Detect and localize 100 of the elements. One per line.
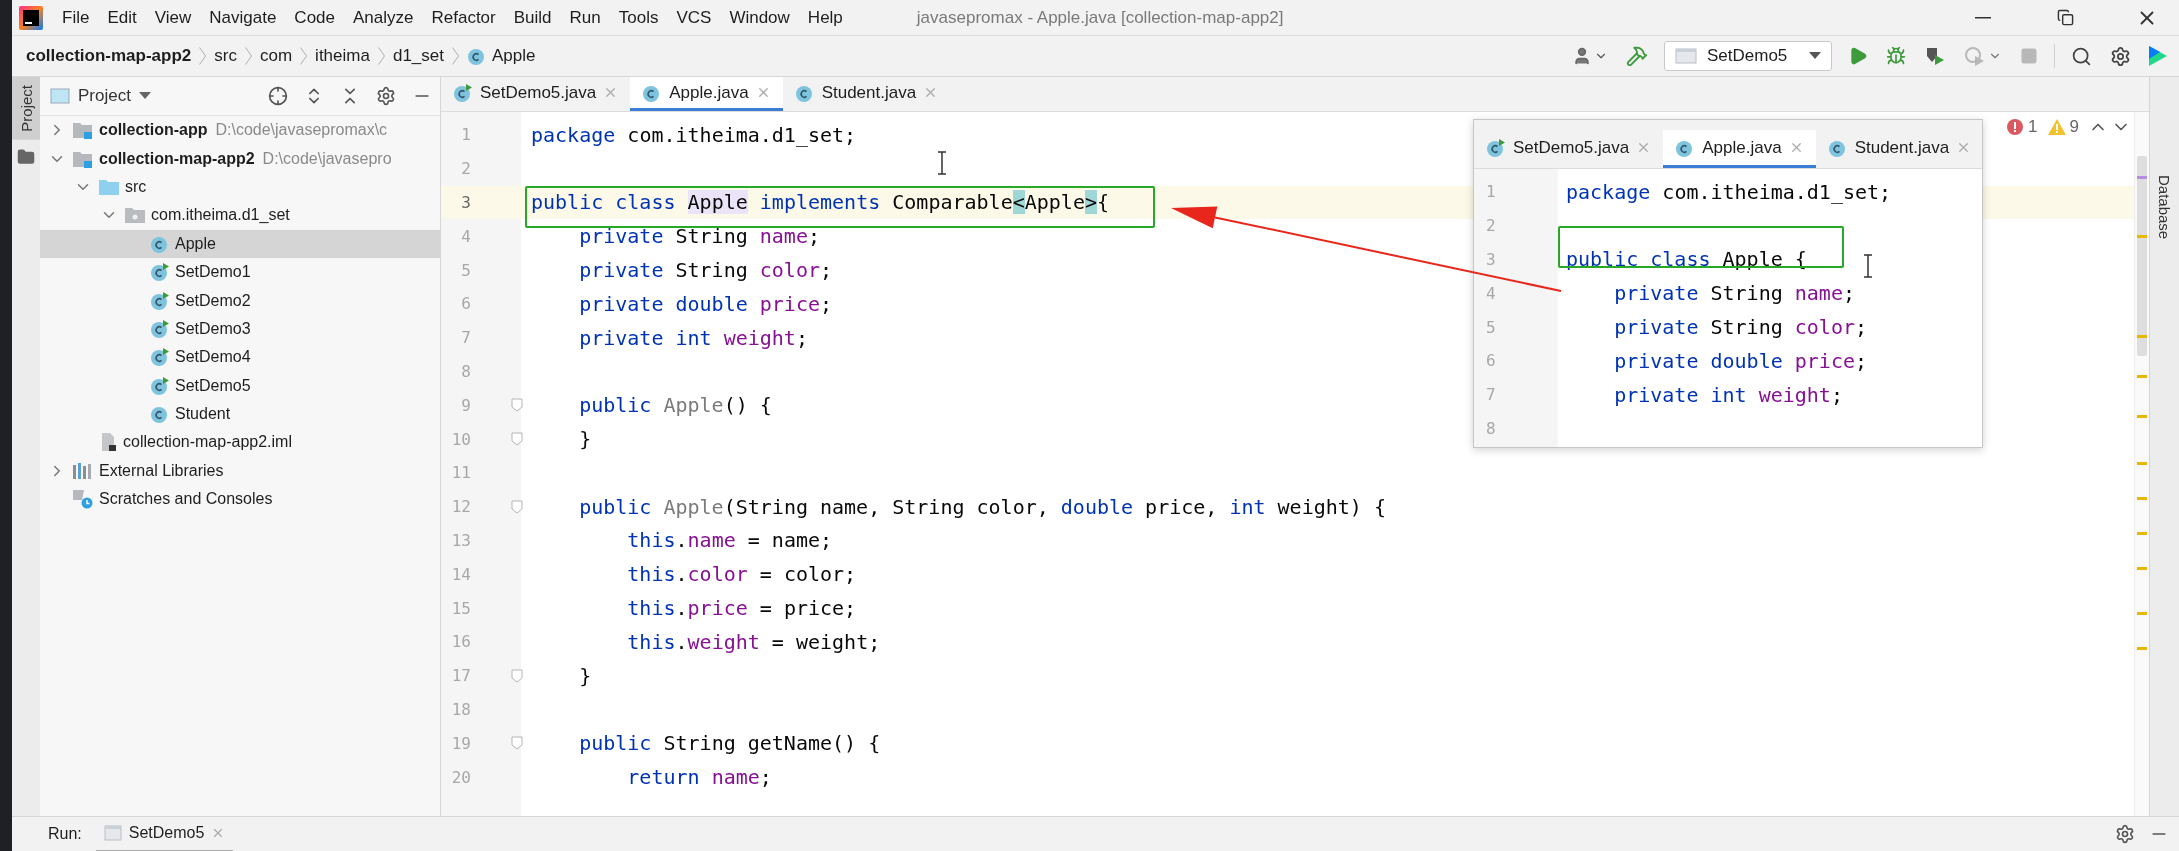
- line-number: 11: [450, 463, 471, 483]
- tree-item[interactable]: collection-map-app2 D:\code\javasepro: [40, 144, 440, 173]
- tree-item-label: Scratches and Consoles: [99, 490, 273, 509]
- line-number: 2: [1485, 216, 1497, 236]
- line-number: 16: [450, 632, 471, 652]
- code-line: private int weight;: [1613, 382, 1843, 407]
- tree-item-label: Apple: [175, 234, 216, 253]
- code-line: private String color;: [578, 258, 833, 283]
- code-line: return name;: [626, 765, 772, 790]
- run-configuration-dropdown[interactable]: SetDemo5: [1664, 41, 1832, 71]
- code-line: }: [578, 663, 592, 688]
- tree-item[interactable]: SetDemo5: [40, 371, 440, 400]
- breadcrumb[interactable]: collection-map-app2: [26, 46, 192, 66]
- menu-item[interactable]: Refactor: [431, 7, 496, 28]
- editor-tab[interactable]: SetDemo5.java: [1474, 130, 1664, 168]
- menu-item[interactable]: Tools: [618, 7, 659, 28]
- tree-item[interactable]: Student: [40, 399, 440, 429]
- tree-item-label: com.itheima.d1_set: [151, 206, 290, 225]
- code-line: this.name = name;: [626, 528, 833, 553]
- tree-item[interactable]: SetDemo3: [40, 314, 440, 344]
- code-line: private double price;: [1613, 348, 1868, 373]
- editor-tab[interactable]: Apple.java: [630, 77, 783, 111]
- code-line: public String getName() {: [578, 731, 881, 756]
- line-number: 12: [450, 497, 471, 517]
- breadcrumb[interactable]: itheima: [315, 46, 370, 66]
- tree-item[interactable]: SetDemo4: [40, 343, 440, 372]
- menu-item[interactable]: Navigate: [209, 7, 277, 28]
- tree-item-label: collection-map-app2: [99, 149, 255, 168]
- error-count: 1: [2028, 117, 2038, 137]
- tree-item-label: collection-app: [99, 121, 208, 140]
- code-line: public Apple() {: [578, 393, 772, 418]
- line-number: 9: [460, 395, 471, 415]
- line-number: 17: [450, 666, 471, 686]
- line-number: 18: [450, 699, 471, 719]
- tree-item-label: SetDemo3: [175, 319, 251, 338]
- tree-item[interactable]: External Libraries: [40, 456, 440, 486]
- breadcrumb[interactable]: src: [214, 46, 237, 66]
- line-number: 3: [460, 193, 471, 212]
- tree-item-label: SetDemo5: [175, 376, 251, 395]
- code-line: package com.itheima.d1_set;: [1566, 179, 1892, 204]
- line-number: 1: [460, 125, 471, 145]
- line-number: 5: [1485, 317, 1497, 337]
- tree-item[interactable]: src: [40, 172, 440, 202]
- line-number: 6: [1485, 351, 1497, 371]
- menu-item[interactable]: Window: [729, 7, 790, 28]
- menu-item[interactable]: VCS: [676, 7, 712, 28]
- editor-tab[interactable]: Apple.java: [1663, 130, 1816, 168]
- tree-item-label: SetDemo4: [175, 348, 251, 367]
- code-line: }: [578, 427, 592, 452]
- editor-tab[interactable]: Student.java: [782, 77, 951, 111]
- line-number: 8: [1485, 418, 1497, 438]
- editor-tab[interactable]: SetDemo5.java: [441, 77, 631, 111]
- line-number: 15: [450, 598, 471, 618]
- line-number: 14: [450, 564, 471, 584]
- tree-item[interactable]: collection-map-app2.iml: [40, 428, 440, 457]
- menu-item[interactable]: Edit: [107, 7, 137, 28]
- menu-item[interactable]: Build: [513, 7, 552, 28]
- tree-item[interactable]: com.itheima.d1_set: [40, 201, 440, 230]
- module-path: D:\code\javasepromax\c: [215, 121, 388, 140]
- menu-item[interactable]: Analyze: [353, 7, 414, 28]
- window-title: javasepromax - Apple.java [collection-map-app2]: [916, 7, 1284, 28]
- line-number: 20: [450, 767, 471, 787]
- tree-item[interactable]: Scratches and Consoles: [40, 485, 440, 514]
- line-number: 7: [460, 328, 471, 348]
- tree-item[interactable]: Apple: [40, 229, 440, 258]
- menu-item[interactable]: Run: [569, 7, 601, 28]
- code-line: private String name;: [1613, 281, 1855, 306]
- line-number: 4: [1485, 283, 1497, 303]
- breadcrumb[interactable]: d1_set: [392, 46, 444, 66]
- code-line: private double price;: [578, 291, 833, 316]
- line-number: 5: [460, 260, 471, 280]
- line-number: 10: [450, 429, 471, 449]
- tree-item[interactable]: SetDemo2: [40, 286, 440, 315]
- tree-item-label: src: [125, 177, 147, 196]
- code-line: private String name;: [578, 224, 820, 249]
- warning-count: 9: [2069, 117, 2079, 137]
- tree-item[interactable]: collection-app D:\code\javasepromax\c: [40, 116, 440, 145]
- tree-item-label: SetDemo2: [175, 291, 251, 310]
- line-number: 13: [450, 530, 471, 550]
- line-number: 7: [1485, 385, 1497, 405]
- breadcrumb[interactable]: Apple: [466, 46, 536, 66]
- tree-item-label: SetDemo1: [175, 263, 251, 282]
- menu-item[interactable]: File: [62, 7, 90, 28]
- menu-item[interactable]: View: [154, 7, 192, 28]
- menu-item[interactable]: Code: [294, 7, 335, 28]
- breadcrumb[interactable]: com: [260, 46, 293, 66]
- tree-item[interactable]: SetDemo1: [40, 257, 440, 287]
- tree-item-label: collection-map-app2.iml: [123, 433, 292, 452]
- tree-item-label: External Libraries: [99, 461, 224, 480]
- tool-window-button[interactable]: Database: [2150, 167, 2179, 248]
- code-line: private int weight;: [578, 325, 808, 350]
- code-line: this.price = price;: [626, 596, 857, 621]
- project-view-dropdown[interactable]: Project: [50, 86, 151, 106]
- line-number: 6: [460, 294, 471, 314]
- code-line: this.color = color;: [626, 562, 857, 587]
- line-number: 4: [460, 226, 471, 246]
- run-tab[interactable]: SetDemo5: [95, 815, 234, 851]
- menu-item[interactable]: Help: [807, 7, 843, 28]
- editor-tab[interactable]: Student.java: [1815, 130, 1982, 168]
- tool-window-button[interactable]: Project: [12, 77, 40, 140]
